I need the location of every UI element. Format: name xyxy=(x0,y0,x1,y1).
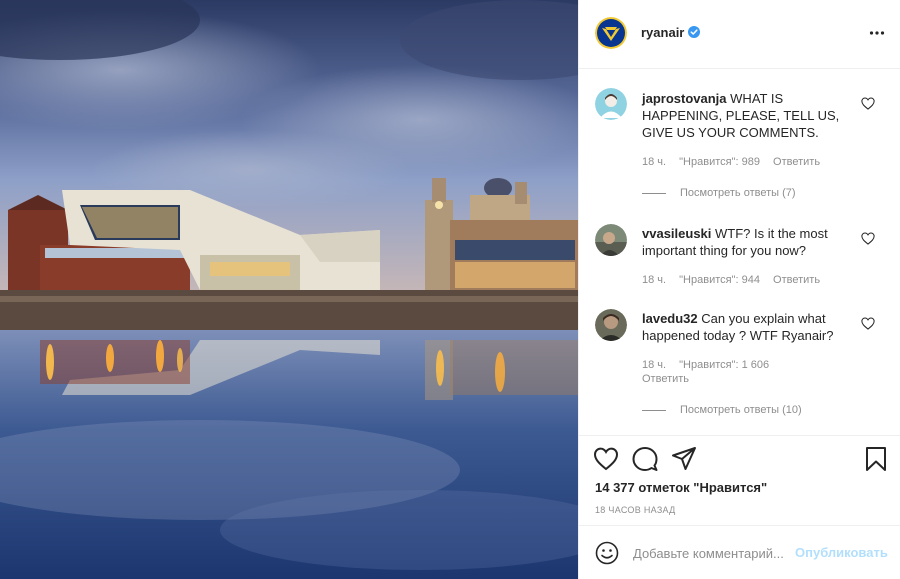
comment-meta: 18 ч. "Нравится": 944 Ответить xyxy=(642,273,830,287)
comment-time[interactable]: 18 ч. xyxy=(642,156,666,168)
comment-likes-count[interactable]: "Нравится": 989 xyxy=(679,156,760,168)
comment-text-block: vvasileuski WTF? Is it the most importan… xyxy=(642,225,842,259)
comment-like-icon[interactable] xyxy=(861,232,875,245)
avatar-image xyxy=(595,224,627,256)
comment-meta: 18 ч. "Нравится": 989 Ответить xyxy=(642,155,830,169)
view-replies-button[interactable]: Посмотреть ответы (10) xyxy=(642,404,802,416)
verified-badge-icon xyxy=(688,26,700,38)
publish-button[interactable]: Опубликовать xyxy=(795,545,888,560)
reply-button[interactable]: Ответить xyxy=(773,156,820,168)
comment-text-block: japrostovanja WHAT IS HAPPENING, PLEASE,… xyxy=(642,90,842,141)
post-photo-scene xyxy=(0,0,578,579)
comment-username[interactable]: lavedu32 xyxy=(642,311,698,326)
post-header: ryanair xyxy=(579,0,900,69)
divider-line xyxy=(642,192,666,194)
comment-text-block: lavedu32 Can you explain what happened t… xyxy=(642,310,842,344)
post-sidebar: ryanair japrostovanja WHAT IS HAPPENING,… xyxy=(578,0,900,579)
post-actions: 14 377 отметок "Нравится" 18 ЧАСОВ НАЗАД xyxy=(579,435,900,525)
add-comment-bar: Опубликовать xyxy=(579,525,900,579)
comment-like-icon[interactable] xyxy=(861,97,875,110)
comment-meta: 18 ч. "Нравится": 1 606 Ответить xyxy=(642,358,842,386)
comment-likes-count[interactable]: "Нравится": 1 606 xyxy=(679,359,769,371)
reply-button[interactable]: Ответить xyxy=(773,274,820,286)
view-replies-label: Посмотреть ответы (10) xyxy=(680,404,802,416)
paper-plane-icon[interactable] xyxy=(671,446,697,472)
avatar-image xyxy=(595,309,627,341)
comment-username[interactable]: vvasileuski xyxy=(642,226,711,241)
comment-likes-count[interactable]: "Нравится": 944 xyxy=(679,274,760,286)
avatar-image xyxy=(595,88,627,120)
comment-input[interactable] xyxy=(633,542,793,564)
commenter-avatar[interactable] xyxy=(595,88,627,120)
bookmark-icon[interactable] xyxy=(863,446,889,472)
comments-list[interactable]: japrostovanja WHAT IS HAPPENING, PLEASE,… xyxy=(579,70,900,435)
ryanair-logo-icon xyxy=(595,17,627,49)
view-replies-label: Посмотреть ответы (7) xyxy=(680,187,796,199)
smiley-icon[interactable] xyxy=(595,541,619,565)
more-options-icon[interactable] xyxy=(869,28,885,38)
likes-count[interactable]: 14 377 отметок "Нравится" xyxy=(595,480,767,495)
divider-line xyxy=(642,409,666,411)
commenter-avatar[interactable] xyxy=(595,224,627,256)
commenter-avatar[interactable] xyxy=(595,309,627,341)
comment-time[interactable]: 18 ч. xyxy=(642,359,666,371)
reply-button[interactable]: Ответить xyxy=(642,373,689,385)
comment-time[interactable]: 18 ч. xyxy=(642,274,666,286)
author-username[interactable]: ryanair xyxy=(641,25,684,40)
post-time-ago[interactable]: 18 ЧАСОВ НАЗАД xyxy=(595,505,676,515)
post-photo[interactable] xyxy=(0,0,578,579)
view-replies-button[interactable]: Посмотреть ответы (7) xyxy=(642,187,796,199)
author-avatar[interactable] xyxy=(595,17,627,49)
heart-icon[interactable] xyxy=(593,446,619,472)
comment-like-icon[interactable] xyxy=(861,317,875,330)
comment-username[interactable]: japrostovanja xyxy=(642,91,727,106)
comment-icon[interactable] xyxy=(632,446,658,472)
